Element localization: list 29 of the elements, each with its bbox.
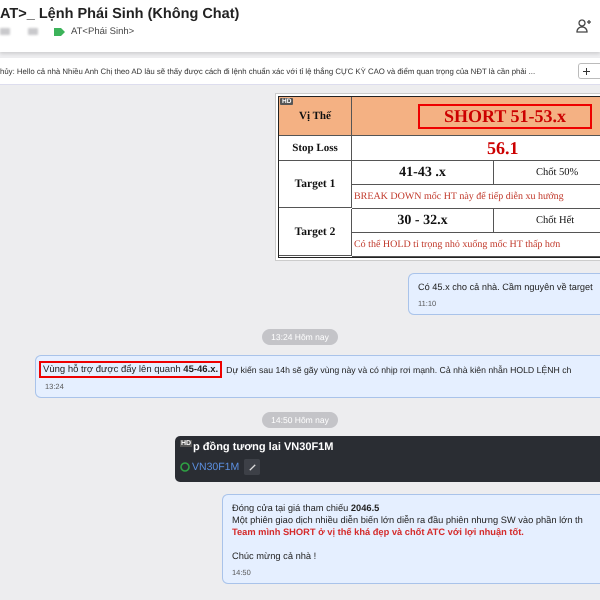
message-text: Một phiên giao dịch nhiều diễn biến lớn diễn ra đầu phiên nhưng SW vào phần lớn th — [232, 515, 584, 525]
table-cell: Target 2 — [279, 209, 352, 256]
pencil-icon — [248, 462, 257, 472]
message-text: Team mình SHORT ở vị thế khá đẹp và chốt ATC với lợi nhuận tốt. — [232, 527, 525, 537]
table-cell: Stop Loss — [279, 136, 352, 161]
table-cell: 30 - 32.x — [352, 209, 494, 233]
message-text: Có 45.x cho cả nhà. Cầm nguyên về target — [418, 282, 594, 292]
chat-title: AT>_ Lệnh Phái Sinh (Không Chat) — [0, 6, 240, 22]
circle-icon — [180, 462, 190, 472]
blurred-avatar — [0, 28, 10, 35]
highlighted-text: Vùng hỗ trợ được đẩy lên quanh 45-46.x. — [39, 361, 222, 378]
date-divider: 14:50 Hôm nay — [262, 412, 338, 428]
stop-loss-value: 56.1 — [487, 138, 518, 158]
message-text: Dự kiến sau 14h sẽ gãy vùng này và có nhịp rơi mạnh. Cả nhà kiên nhẫn HOLD LỆNH ch — [225, 364, 572, 377]
plus-icon — [583, 68, 590, 74]
table-cell: 41-43 .x — [352, 161, 494, 185]
symbol-link[interactable]: VN30F1M — [180, 461, 240, 473]
date-divider: 13:24 Hôm nay — [262, 329, 338, 345]
message-text: Đóng cửa tại giá tham chiếu 2046.5 — [232, 503, 380, 513]
table-cell: Target 1 — [279, 161, 352, 208]
edit-button[interactable] — [244, 459, 260, 475]
position-value: SHORT 51-53.x — [418, 104, 592, 128]
add-member-icon[interactable] — [576, 18, 592, 34]
tag-icon — [54, 28, 65, 36]
tag-label: AT<Phái Sinh> — [71, 26, 134, 37]
blurred-avatar — [28, 28, 38, 35]
message-text: Chúc mừng cả nhà ! — [232, 551, 318, 561]
expand-button[interactable] — [578, 63, 600, 79]
card-title: p đồng tương lai VN30F1M — [193, 441, 334, 453]
